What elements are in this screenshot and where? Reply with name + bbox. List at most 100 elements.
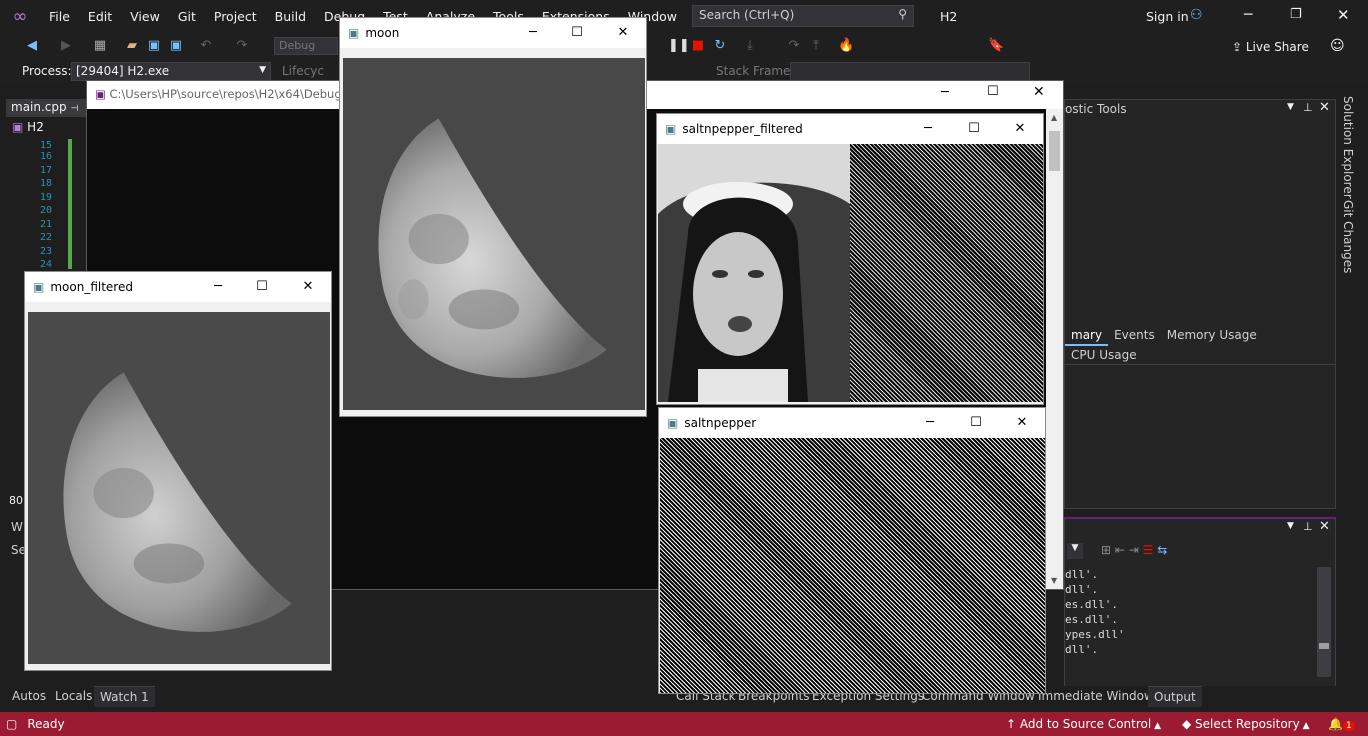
pause-icon[interactable]: ❚❚ xyxy=(668,38,690,54)
console-maximize-icon[interactable]: ☐ xyxy=(987,84,999,99)
saltnpepper-minimize-icon[interactable]: ─ xyxy=(907,408,953,438)
side-tab-solution-explorer[interactable]: Solution Explorer xyxy=(1341,96,1355,199)
saltnpepper-filtered-title: saltnpepper_filtered xyxy=(682,122,803,136)
moon-filtered-picture xyxy=(28,312,330,664)
moon-filtered-minimize-icon[interactable]: ─ xyxy=(195,272,241,302)
restart-icon[interactable]: ↻ xyxy=(712,38,728,54)
step-out-icon[interactable]: ⤒ xyxy=(808,38,824,54)
save-all-icon[interactable]: ▣ xyxy=(168,38,184,54)
moon-minimize-icon[interactable]: ─ xyxy=(510,18,556,48)
stop-icon[interactable]: ■ xyxy=(690,38,706,54)
saltnpepper-filtered-minimize-icon[interactable]: ─ xyxy=(905,114,951,144)
tab-cpu-usage[interactable]: CPU Usage xyxy=(1065,346,1143,364)
panel-pin-icon[interactable]: ⊥ xyxy=(1303,101,1313,114)
sign-in-link[interactable]: Sign in xyxy=(1146,9,1189,24)
save-icon[interactable]: ▣ xyxy=(146,38,162,54)
tab-watch-1[interactable]: Watch 1 xyxy=(94,686,155,707)
panel-dropdown-icon[interactable]: ▼ xyxy=(1287,102,1294,112)
line-number: 18 xyxy=(39,178,52,189)
menu-view[interactable]: View xyxy=(121,0,169,33)
notification-count: 1 xyxy=(1342,721,1355,731)
menu-git[interactable]: Git xyxy=(169,0,205,33)
step-into-icon[interactable]: ⤓ xyxy=(742,38,758,54)
saltnpepper-close-icon[interactable]: ✕ xyxy=(999,408,1045,438)
notifications-button[interactable]: 🔔 1 xyxy=(1328,717,1355,731)
moon-filtered-close-icon[interactable]: ✕ xyxy=(285,272,331,302)
saltnpepper-title: saltnpepper xyxy=(684,416,757,430)
feedback-icon[interactable]: ☺ xyxy=(1330,38,1345,54)
solution-title: H2 xyxy=(940,9,958,24)
back-icon[interactable]: ◀ xyxy=(24,38,40,54)
moon-filtered-maximize-icon[interactable]: ☐ xyxy=(239,272,285,302)
moon-maximize-icon[interactable]: ☐ xyxy=(554,18,600,48)
tab-autos[interactable]: Autos xyxy=(12,689,46,703)
output-close-icon[interactable]: ✕ xyxy=(1319,519,1330,534)
output-scrollbar[interactable] xyxy=(1317,567,1331,677)
output-line: dll'. xyxy=(1065,583,1099,596)
status-ready-icon: ▢ xyxy=(6,717,18,731)
zoom-level[interactable]: 80 xyxy=(9,494,23,507)
config-dropdown[interactable]: Debug xyxy=(274,37,338,55)
output-source-dropdown[interactable]: ▼ xyxy=(1067,543,1083,559)
saltnpepper-titlebar[interactable]: ▣ saltnpepper ─ ☐ ✕ xyxy=(659,408,1045,438)
restore-icon[interactable]: ❐ xyxy=(1290,7,1302,22)
panel-close-icon[interactable]: ✕ xyxy=(1319,100,1330,115)
tab-memory-usage[interactable]: Memory Usage xyxy=(1161,326,1263,344)
scope-dropdown[interactable]: ▣ H2 xyxy=(8,119,88,137)
process-value: [29404] H2.exe xyxy=(76,64,170,78)
saltnpepper-window: ▣ saltnpepper ─ ☐ ✕ xyxy=(658,407,1046,694)
moon-filtered-titlebar[interactable]: ▣ moon_filtered ─ ☐ ✕ xyxy=(25,272,331,302)
moon-titlebar[interactable]: ▣ moon ─ ☐ ✕ xyxy=(340,18,646,48)
saltnpepper-filtered-maximize-icon[interactable]: ☐ xyxy=(951,114,997,144)
output-dropdown-icon[interactable]: ▼ xyxy=(1287,521,1294,531)
vs-logo-icon[interactable]: ∞ xyxy=(0,0,40,33)
select-repository-button[interactable]: ◆ Select Repository ▲ xyxy=(1182,717,1310,731)
undo-icon[interactable]: ↶ xyxy=(198,38,214,54)
tab-output[interactable]: Output xyxy=(1148,686,1202,707)
menu-file[interactable]: File xyxy=(40,0,79,33)
tab-locals[interactable]: Locals xyxy=(55,689,92,703)
process-dropdown[interactable]: [29404] H2.exe ▼ xyxy=(71,62,271,81)
stack-frame-dropdown[interactable] xyxy=(790,62,1030,81)
tab-events[interactable]: Events xyxy=(1108,326,1161,344)
console-minimize-icon[interactable]: ─ xyxy=(941,85,949,100)
account-icon[interactable]: ⚇ xyxy=(1190,7,1203,23)
window-app-icon: ▣ xyxy=(667,416,679,430)
saltnpepper-maximize-icon[interactable]: ☐ xyxy=(953,408,999,438)
search-icon: ⚲ xyxy=(898,7,907,21)
redo-icon[interactable]: ↷ xyxy=(234,38,250,54)
filtered-noise-region xyxy=(850,144,1043,402)
forward-icon[interactable]: ▶ xyxy=(58,38,74,54)
close-icon[interactable]: ✕ xyxy=(1337,6,1350,24)
side-tab-git-changes[interactable]: Git Changes xyxy=(1341,200,1355,273)
console-close-icon[interactable]: ✕ xyxy=(1033,84,1045,100)
new-project-icon[interactable]: ▦ xyxy=(92,38,108,54)
tab-immediate-window[interactable]: Immediate Window xyxy=(1038,689,1154,703)
output-toolbar-icons[interactable]: ⊞ ⇤ ⇥ ☰ ⇆ xyxy=(1101,543,1167,557)
scope-label: H2 xyxy=(27,120,44,134)
open-icon[interactable]: ▰ xyxy=(124,38,140,54)
editor-tab[interactable]: main.cpp ⊣ xyxy=(6,99,86,117)
step-over-icon[interactable]: ↷ xyxy=(786,38,802,54)
menu-edit[interactable]: Edit xyxy=(79,0,121,33)
minimize-icon[interactable]: ─ xyxy=(1244,7,1252,23)
live-share-button[interactable]: ⇪ Live Share xyxy=(1232,40,1309,54)
menu-project[interactable]: Project xyxy=(205,0,266,33)
search-input[interactable]: Search (Ctrl+Q) ⚲ xyxy=(692,5,914,27)
menu-build[interactable]: Build xyxy=(266,0,315,33)
hot-reload-icon[interactable]: 🔥 xyxy=(838,38,854,54)
output-pin-icon[interactable]: ⊥ xyxy=(1303,520,1313,533)
saltnpepper-filtered-close-icon[interactable]: ✕ xyxy=(997,114,1043,144)
moon-close-icon[interactable]: ✕ xyxy=(600,18,646,48)
console-scrollbar[interactable]: ▲ ▼ xyxy=(1046,109,1063,589)
add-source-label: Add to Source Control xyxy=(1019,717,1152,731)
process-label: Process: xyxy=(22,64,72,78)
lifecycle-dropdown[interactable]: Lifecyc xyxy=(282,64,324,78)
saltnpepper-filtered-titlebar[interactable]: ▣ saltnpepper_filtered ─ ☐ ✕ xyxy=(657,114,1043,144)
output-line: ypes.dll' xyxy=(1065,628,1125,641)
tab-summary[interactable]: mary xyxy=(1065,326,1109,346)
bookmark-icon[interactable]: 🔖 xyxy=(988,38,1004,54)
saltnpepper-image xyxy=(660,438,1045,693)
moon-window: ▣ moon ─ ☐ ✕ xyxy=(339,17,647,417)
add-source-control-button[interactable]: ↑ Add to Source Control ▲ xyxy=(1006,717,1161,731)
